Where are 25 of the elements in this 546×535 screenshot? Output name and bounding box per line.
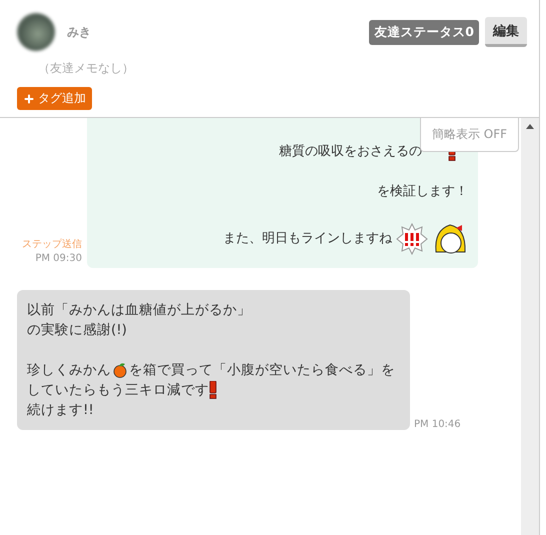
plus-icon	[23, 92, 35, 104]
message-text: 珍しくみかん	[27, 361, 111, 380]
message-text: していたらもう三キロ減です	[27, 381, 209, 400]
step-send-label: ステップ送信	[22, 238, 82, 251]
exclamation-icon	[209, 381, 217, 399]
message-text: を検証します！	[377, 183, 468, 201]
edit-button[interactable]: 編集	[485, 17, 527, 47]
scrollbar[interactable]	[521, 118, 539, 535]
friend-memo: （友達メモなし）	[38, 60, 134, 77]
message-text: の実験に感謝(!)	[27, 321, 127, 340]
message-text: 以前「みかんは血糖値が上がるか」	[27, 301, 251, 320]
message-text: また、明日もラインしますね	[223, 230, 392, 248]
contact-name: みき	[67, 24, 91, 40]
compact-view-toggle[interactable]: 簡略表示 OFF	[420, 117, 519, 152]
avatar	[17, 13, 55, 51]
tangerine-icon	[112, 362, 128, 378]
exclamation-burst-icon	[396, 223, 428, 255]
message-text: を箱で買って「小腹が空いたら食べる」を	[129, 361, 395, 380]
add-tag-button[interactable]: タグ追加	[17, 87, 92, 110]
message-time: PM 10:46	[414, 419, 461, 430]
message-text: 続けます!!	[27, 401, 94, 420]
scroll-up-arrow-icon[interactable]	[526, 124, 534, 129]
friend-status-badge[interactable]: 友達ステータス0	[369, 20, 479, 44]
message-text: 糖質の吸収をおさえるの	[279, 143, 422, 161]
message-time: PM 09:30	[35, 253, 82, 264]
